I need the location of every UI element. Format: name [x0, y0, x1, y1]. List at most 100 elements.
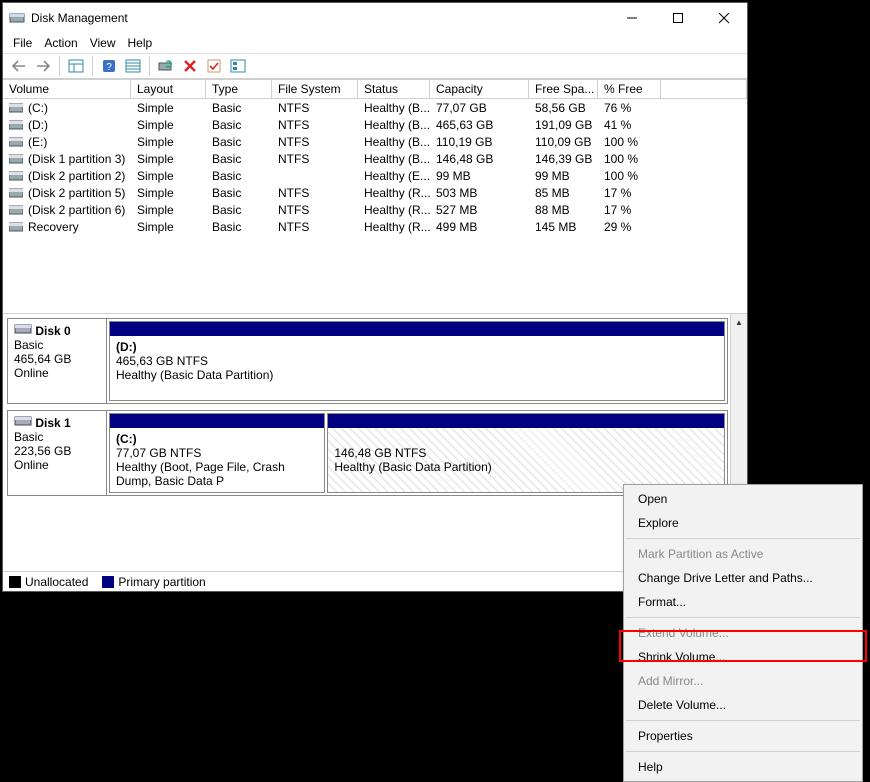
ctx-delete[interactable]: Delete Volume...	[624, 693, 862, 717]
ctx-change-letter[interactable]: Change Drive Letter and Paths...	[624, 566, 862, 590]
ctx-properties[interactable]: Properties	[624, 724, 862, 748]
partition-size: 146,48 GB NTFS	[334, 446, 426, 460]
cell-free: 145 MB	[529, 218, 598, 235]
scroll-up-icon[interactable]: ▲	[731, 314, 747, 331]
ctx-open[interactable]: Open	[624, 487, 862, 511]
cell-status: Healthy (E...	[358, 167, 430, 184]
cell-pct: 17 %	[598, 201, 661, 218]
cell-status: Healthy (B...	[358, 133, 430, 150]
ctx-format[interactable]: Format...	[624, 590, 862, 614]
context-menu: Open Explore Mark Partition as Active Ch…	[623, 484, 863, 782]
disk1-size: 223,56 GB	[14, 444, 71, 458]
cell-fs: NTFS	[272, 184, 358, 201]
volume-icon	[9, 103, 23, 113]
col-layout[interactable]: Layout	[131, 80, 206, 98]
minimize-button[interactable]	[609, 3, 655, 33]
volume-row[interactable]: (Disk 2 partition 2)SimpleBasicHealthy (…	[3, 167, 747, 184]
cell-capacity: 99 MB	[430, 167, 529, 184]
volume-row[interactable]: (Disk 1 partition 3)SimpleBasicNTFSHealt…	[3, 150, 747, 167]
volume-row[interactable]: RecoverySimpleBasicNTFSHealthy (R...499 …	[3, 218, 747, 235]
cell-layout: Simple	[131, 99, 206, 116]
cell-capacity: 503 MB	[430, 184, 529, 201]
partition-label: (D:)	[116, 340, 137, 354]
ctx-help[interactable]: Help	[624, 755, 862, 779]
legend-unallocated: Unallocated	[9, 575, 88, 589]
volume-icon	[9, 171, 23, 181]
cell-free: 85 MB	[529, 184, 598, 201]
ctx-shrink[interactable]: Shrink Volume...	[624, 645, 862, 669]
partition-bar	[110, 322, 724, 336]
disk0-name: Disk 0	[35, 324, 70, 338]
volume-name: (Disk 2 partition 2)	[28, 169, 125, 183]
cell-fs: NTFS	[272, 116, 358, 133]
cell-status: Healthy (B...	[358, 99, 430, 116]
app-icon	[9, 10, 25, 26]
ctx-separator	[626, 720, 860, 721]
disk1-info[interactable]: Disk 1 Basic 223,56 GB Online	[8, 411, 107, 495]
cell-free: 110,09 GB	[529, 133, 598, 150]
cell-fs: NTFS	[272, 218, 358, 235]
volume-name: (C:)	[28, 101, 48, 115]
volume-name: (D:)	[28, 118, 48, 132]
titlebar[interactable]: Disk Management	[3, 3, 747, 33]
volume-icon	[9, 154, 23, 164]
cell-type: Basic	[206, 167, 272, 184]
col-filesystem[interactable]: File System	[272, 80, 358, 98]
cell-layout: Simple	[131, 201, 206, 218]
cell-pct: 76 %	[598, 99, 661, 116]
cell-layout: Simple	[131, 116, 206, 133]
ctx-separator	[626, 751, 860, 752]
volume-name: (Disk 2 partition 6)	[28, 203, 125, 217]
partition-size: 465,63 GB NTFS	[116, 354, 208, 368]
menu-action[interactable]: Action	[38, 34, 83, 52]
refresh-icon[interactable]	[154, 55, 178, 77]
disk1-row: Disk 1 Basic 223,56 GB Online (C:) 77,07…	[7, 410, 728, 496]
volume-row[interactable]: (E:)SimpleBasicNTFSHealthy (B...110,19 G…	[3, 133, 747, 150]
volume-row[interactable]: (Disk 2 partition 6)SimpleBasicNTFSHealt…	[3, 201, 747, 218]
delete-icon[interactable]	[178, 55, 202, 77]
cell-layout: Simple	[131, 218, 206, 235]
help-icon[interactable]: ?	[97, 55, 121, 77]
maximize-button[interactable]	[655, 3, 701, 33]
back-button[interactable]	[7, 55, 31, 77]
menu-help[interactable]: Help	[122, 34, 159, 52]
col-pctfree[interactable]: % Free	[598, 80, 661, 98]
cell-capacity: 146,48 GB	[430, 150, 529, 167]
disk1-partition-3-selected[interactable]: 146,48 GB NTFS Healthy (Basic Data Parti…	[327, 413, 725, 493]
col-type[interactable]: Type	[206, 80, 272, 98]
partition-status: Healthy (Basic Data Partition)	[334, 460, 491, 474]
disk0-partition-d[interactable]: (D:) 465,63 GB NTFS Healthy (Basic Data …	[109, 321, 725, 401]
volume-icon	[9, 188, 23, 198]
disk0-size: 465,64 GB	[14, 352, 71, 366]
ctx-explore[interactable]: Explore	[624, 511, 862, 535]
disk0-type: Basic	[14, 338, 43, 352]
volume-name: Recovery	[28, 220, 79, 234]
partition-bar	[328, 414, 724, 428]
col-volume[interactable]: Volume	[3, 80, 131, 98]
col-status[interactable]: Status	[358, 80, 430, 98]
disk1-partition-c[interactable]: (C:) 77,07 GB NTFS Healthy (Boot, Page F…	[109, 413, 325, 493]
disk-icon	[14, 323, 32, 335]
close-button[interactable]	[701, 3, 747, 33]
col-capacity[interactable]: Capacity	[430, 80, 529, 98]
cell-pct: 17 %	[598, 184, 661, 201]
panel-icon[interactable]	[64, 55, 88, 77]
cell-fs: NTFS	[272, 99, 358, 116]
check-icon[interactable]	[202, 55, 226, 77]
volume-row[interactable]: (D:)SimpleBasicNTFSHealthy (B...465,63 G…	[3, 116, 747, 133]
cell-type: Basic	[206, 201, 272, 218]
disk0-info[interactable]: Disk 0 Basic 465,64 GB Online	[8, 319, 107, 403]
cell-layout: Simple	[131, 133, 206, 150]
cell-free: 146,39 GB	[529, 150, 598, 167]
cell-type: Basic	[206, 218, 272, 235]
volume-row[interactable]: (Disk 2 partition 5)SimpleBasicNTFSHealt…	[3, 184, 747, 201]
menu-file[interactable]: File	[7, 34, 38, 52]
cell-fs	[272, 167, 358, 184]
forward-button[interactable]	[31, 55, 55, 77]
list-icon[interactable]	[226, 55, 250, 77]
cell-type: Basic	[206, 99, 272, 116]
menu-view[interactable]: View	[84, 34, 122, 52]
col-free[interactable]: Free Spa...	[529, 80, 598, 98]
volume-row[interactable]: (C:)SimpleBasicNTFSHealthy (B...77,07 GB…	[3, 99, 747, 116]
settings-icon[interactable]	[121, 55, 145, 77]
